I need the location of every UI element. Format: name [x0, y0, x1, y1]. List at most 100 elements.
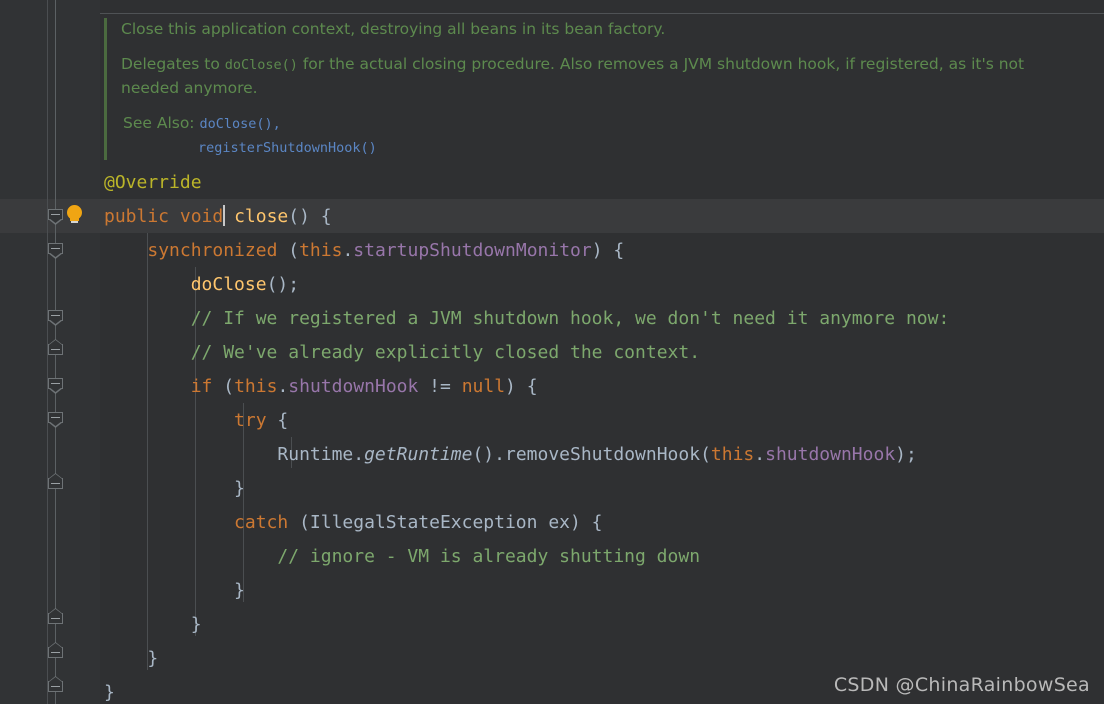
code-token: } [104, 682, 115, 703]
fold-marker-down[interactable] [48, 209, 63, 225]
editor-gutter[interactable] [8, 0, 48, 704]
fold-marker-dash [51, 652, 60, 653]
javadoc-body: Close this application context, destroyi… [121, 18, 1051, 160]
code-token: } [190, 614, 202, 635]
fold-marker-up[interactable] [48, 608, 63, 628]
code-token: null [461, 376, 506, 397]
code-token: try [234, 410, 267, 431]
code-token: != [418, 376, 462, 397]
code-text[interactable]: @Override public void close() { synchroni… [104, 166, 949, 704]
javadoc-paragraph-2: Delegates to doClose() for the actual cl… [121, 53, 1051, 100]
code-line[interactable]: if (this.shutdownHook != null) { [104, 370, 949, 404]
current-line-gutter-highlight [0, 199, 48, 233]
fold-marker-down[interactable] [48, 412, 63, 428]
code-token: this [710, 444, 755, 465]
code-token: . [353, 444, 365, 465]
fold-marker-dash [51, 315, 60, 316]
code-line[interactable]: } [104, 608, 949, 642]
code-token: } [234, 580, 245, 601]
code-token: shutdownHook [765, 444, 896, 465]
see-also-link-1[interactable]: doClose(), [199, 116, 280, 132]
code-line[interactable]: public void close() { [104, 200, 949, 234]
lightbulb-icon[interactable] [66, 205, 83, 225]
code-line[interactable]: // If we registered a JVM shutdown hook,… [104, 302, 950, 336]
code-token: . [342, 240, 354, 261]
fold-marker-dash [51, 214, 60, 215]
fold-marker-down[interactable] [48, 243, 63, 259]
fold-marker-up[interactable] [48, 676, 63, 696]
code-token: ) { [505, 376, 538, 397]
fold-marker-dash [51, 417, 60, 418]
code-token: . [277, 376, 289, 397]
code-token: @Override [104, 172, 202, 193]
code-token: synchronized [147, 240, 278, 261]
code-line[interactable]: } [104, 472, 949, 506]
code-token: catch [234, 512, 289, 533]
code-token: doClose [190, 274, 267, 295]
ide-editor-window: Close this application context, destroyi… [0, 0, 1104, 704]
code-token: ); [895, 444, 917, 465]
fold-marker-up[interactable] [48, 473, 63, 493]
javadoc-inline-code: doClose() [224, 57, 298, 73]
code-line[interactable]: doClose(); [104, 268, 949, 302]
code-line[interactable]: try { [104, 404, 949, 438]
code-token: } [147, 648, 159, 669]
see-also-link-2[interactable]: registerShutdownHook() [198, 140, 377, 156]
code-token: this [234, 376, 278, 397]
code-token: ( [700, 444, 711, 465]
fold-marker-dash [51, 349, 60, 350]
annotation-strip[interactable] [0, 0, 8, 704]
code-line[interactable]: synchronized (this.startupShutdownMonito… [104, 234, 949, 268]
code-token: (IllegalStateException ex) { [288, 512, 603, 533]
code-line[interactable]: // We've already explicitly closed the c… [104, 336, 949, 370]
code-token: close [234, 206, 289, 227]
code-token: (). [472, 444, 505, 465]
code-token: getRuntime [364, 444, 473, 465]
code-token: shutdownHook [288, 376, 419, 397]
code-token: public [104, 206, 170, 227]
fold-marker-dash [51, 618, 60, 619]
javadoc-see-also: See Also: doClose(), registerShutdownHook… [121, 112, 1051, 160]
code-line[interactable]: @Override [104, 166, 949, 200]
code-token: ( [212, 376, 235, 397]
watermark: CSDN @ChinaRainbowSea [833, 674, 1090, 696]
code-token: // We've already explicitly closed the c… [190, 342, 701, 363]
fold-marker-dash [51, 248, 60, 249]
code-token: ) { [591, 240, 625, 261]
fold-marker-down[interactable] [48, 310, 63, 326]
fold-marker-dash [51, 383, 60, 384]
fold-marker-dash [51, 483, 60, 484]
code-line[interactable]: } [104, 574, 949, 608]
code-line[interactable]: } [104, 676, 949, 704]
fold-marker-up[interactable] [48, 339, 63, 359]
code-token: startupShutdownMonitor [353, 240, 592, 261]
code-line[interactable]: } [104, 642, 949, 676]
code-token: Runtime [277, 444, 354, 465]
lightbulb-base-contact [71, 221, 78, 223]
javadoc-p2-lead: Delegates to [121, 55, 225, 73]
fold-marker-dash [51, 686, 60, 687]
code-line[interactable]: catch (IllegalStateException ex) { [104, 506, 949, 540]
code-token: if [190, 376, 213, 397]
fold-marker-up[interactable] [48, 642, 63, 662]
code-line[interactable]: // ignore - VM is already shutting down [104, 540, 949, 574]
code-token: // ignore - VM is already shutting down [277, 546, 701, 567]
fold-marker-down[interactable] [48, 378, 63, 394]
javadoc-left-bar [104, 18, 107, 160]
code-line[interactable]: Runtime.getRuntime().removeShutdownHook(… [104, 438, 949, 472]
code-token: this [299, 240, 343, 261]
code-token: } [234, 478, 245, 499]
